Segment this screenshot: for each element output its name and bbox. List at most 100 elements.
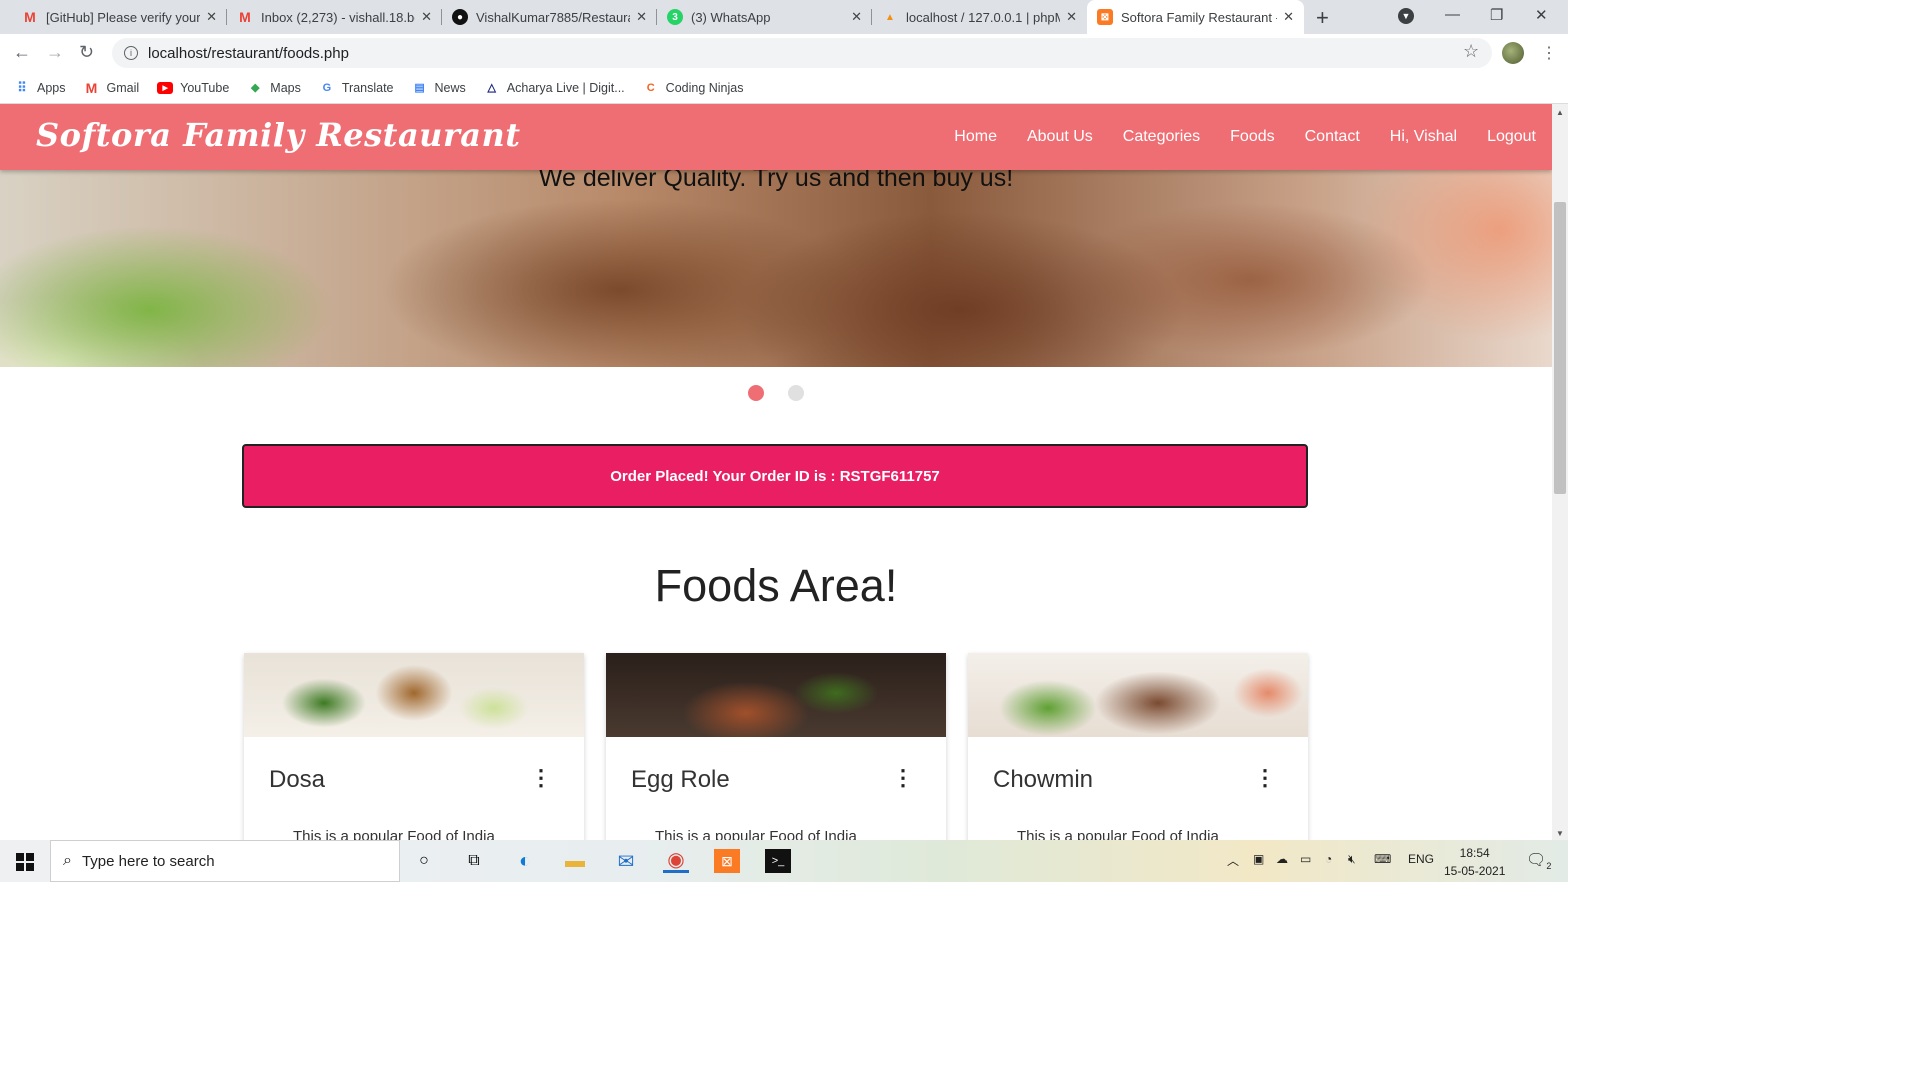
nav-foods[interactable]: Foods [1230, 128, 1274, 146]
restore-button[interactable]: ❐ [1490, 6, 1503, 24]
page-scrollbar[interactable]: ▲ ▼ [1552, 104, 1568, 840]
back-icon[interactable]: ← [13, 42, 31, 63]
bookmark-translate[interactable]: G Translate [319, 80, 394, 96]
edge-icon[interactable]: ◐ [512, 849, 538, 873]
window-close-button[interactable]: ✕ [1535, 6, 1548, 24]
forward-icon[interactable]: → [46, 42, 64, 63]
close-icon[interactable]: ✕ [851, 9, 862, 25]
cortana-icon[interactable]: ○ [411, 849, 437, 873]
food-title[interactable]: Dosa [269, 766, 325, 794]
tab-github-repo[interactable]: ● VishalKumar7885/Restaurant ✕ [442, 0, 657, 34]
bookmark-label: Apps [37, 80, 66, 95]
nav-contact[interactable]: Contact [1305, 128, 1360, 146]
bookmark-youtube[interactable]: ▶ YouTube [157, 81, 229, 95]
food-image[interactable] [244, 653, 584, 737]
bookmark-star-icon[interactable]: ☆ [1463, 41, 1479, 62]
food-image[interactable] [968, 653, 1308, 737]
chrome-icon[interactable]: ◉ [663, 849, 689, 873]
close-icon[interactable]: ✕ [1283, 9, 1294, 25]
nav-user[interactable]: Hi, Vishal [1390, 128, 1457, 146]
site-navbar: Softora Family Restaurant Home About Us … [0, 104, 1552, 170]
nav-logout[interactable]: Logout [1487, 128, 1536, 146]
bookmark-maps[interactable]: ◆ Maps [247, 80, 301, 96]
bookmark-coding-ninjas[interactable]: C Coding Ninjas [643, 80, 744, 96]
taskbar-search-input[interactable]: ⌕ Type here to search [50, 840, 400, 882]
close-icon[interactable]: ✕ [421, 9, 432, 25]
avatar[interactable] [1502, 42, 1524, 64]
mail-icon[interactable]: ✉ [613, 849, 639, 873]
meet-now-icon[interactable]: ▣ [1253, 852, 1264, 866]
food-description: This is a popular Food of India [293, 828, 495, 840]
carousel-dot-1[interactable] [748, 385, 764, 401]
file-explorer-icon[interactable]: ▬ [562, 849, 588, 873]
keyboard-icon[interactable]: ⌨ [1374, 852, 1391, 866]
onedrive-icon[interactable]: ☁ [1276, 852, 1288, 866]
bookmark-label: YouTube [180, 80, 230, 95]
address-bar[interactable]: i localhost/restaurant/foods.php [112, 38, 1492, 68]
bookmark-acharya[interactable]: △ Acharya Live | Digit... [484, 80, 625, 96]
food-card-egg-role[interactable]: Egg Role ⋮ This is a popular Food of Ind… [606, 653, 946, 840]
close-icon[interactable]: ✕ [206, 9, 217, 25]
bookmark-gmail[interactable]: M Gmail [84, 80, 140, 96]
acharya-icon: △ [487, 82, 497, 94]
url-text: localhost/restaurant/foods.php [148, 44, 349, 62]
scroll-down-icon[interactable]: ▼ [1556, 829, 1564, 838]
food-title[interactable]: Egg Role [631, 766, 730, 794]
carousel-indicators [0, 385, 1552, 401]
youtube-icon: ▶ [157, 81, 174, 94]
bookmark-label: Maps [270, 80, 301, 95]
nav-home[interactable]: Home [954, 128, 997, 146]
tab-github-verify[interactable]: M [GitHub] Please verify your d ✕ [12, 0, 227, 34]
gmail-icon: M [239, 9, 251, 25]
nav-about[interactable]: About Us [1027, 128, 1093, 146]
nav-categories[interactable]: Categories [1123, 128, 1200, 146]
close-icon[interactable]: ✕ [636, 9, 647, 25]
tab-softora[interactable]: ⊠ Softora Family Restaurant - ✕ [1087, 0, 1304, 34]
chrome-menu-icon[interactable]: ⋮ [1541, 43, 1557, 63]
language-indicator[interactable]: ENG [1408, 852, 1434, 866]
notification-count: 2 [1546, 861, 1552, 872]
show-hidden-icons-icon[interactable]: ︿ [1227, 852, 1239, 869]
site-brand[interactable]: Softora Family Restaurant [36, 116, 521, 154]
food-image[interactable] [606, 653, 946, 737]
bookmark-news[interactable]: ▤ News [412, 80, 465, 96]
tab-search-icon[interactable]: ▼ [1398, 8, 1414, 24]
terminal-icon[interactable]: >_ [765, 849, 791, 873]
bookmarks-bar: ⠿ Apps M Gmail ▶ YouTube ◆ Maps G Transl… [0, 72, 1568, 104]
notification-center-icon[interactable]: 🗨︎2 [1526, 850, 1551, 871]
reload-icon[interactable]: ↻ [79, 42, 94, 63]
tab-strip: M [GitHub] Please verify your d ✕ M Inbo… [0, 0, 1568, 34]
wifi-icon[interactable]: ◔ [1325, 852, 1332, 866]
bookmark-apps[interactable]: ⠿ Apps [14, 80, 66, 96]
more-vert-icon[interactable]: ⋮ [892, 765, 914, 791]
food-card-dosa[interactable]: Dosa ⋮ This is a popular Food of India [244, 653, 584, 840]
windows-start-icon[interactable] [16, 853, 34, 871]
battery-icon[interactable]: ▭ [1300, 852, 1311, 866]
close-icon[interactable]: ✕ [1066, 9, 1077, 25]
tab-whatsapp[interactable]: 3 (3) WhatsApp ✕ [657, 0, 872, 34]
minimize-button[interactable]: — [1445, 6, 1460, 23]
task-view-icon[interactable]: ⧉ [461, 849, 487, 873]
more-vert-icon[interactable]: ⋮ [530, 765, 552, 791]
carousel-food-image [0, 170, 1552, 367]
food-title[interactable]: Chowmin [993, 766, 1093, 794]
scroll-up-icon[interactable]: ▲ [1556, 108, 1564, 117]
system-clock[interactable]: 18:54 15-05-2021 [1444, 844, 1505, 880]
gmail-icon: M [85, 79, 98, 96]
info-icon[interactable]: i [124, 46, 138, 60]
phpmyadmin-icon: ▲ [885, 11, 895, 23]
tab-inbox[interactable]: M Inbox (2,273) - vishall.18.bec ✕ [227, 0, 442, 34]
xampp-icon[interactable]: ⊠ [714, 849, 740, 873]
more-vert-icon[interactable]: ⋮ [1254, 765, 1276, 791]
new-tab-button[interactable]: + [1316, 5, 1329, 31]
volume-muted-icon[interactable]: 🔇︎ [1348, 852, 1356, 867]
food-description: This is a popular Food of India [1017, 828, 1219, 840]
carousel-dot-2[interactable] [788, 385, 804, 401]
scrollbar-thumb[interactable] [1554, 202, 1566, 494]
bookmark-label: Gmail [106, 80, 140, 95]
food-card-chowmin[interactable]: Chowmin ⋮ This is a popular Food of Indi… [968, 653, 1308, 840]
news-icon: ▤ [414, 82, 425, 94]
tab-phpmyadmin[interactable]: ▲ localhost / 127.0.0.1 | phpM ✕ [872, 0, 1087, 34]
clock-date: 15-05-2021 [1444, 864, 1506, 878]
page-viewport: We deliver Quality. Try us and then buy … [0, 104, 1552, 840]
